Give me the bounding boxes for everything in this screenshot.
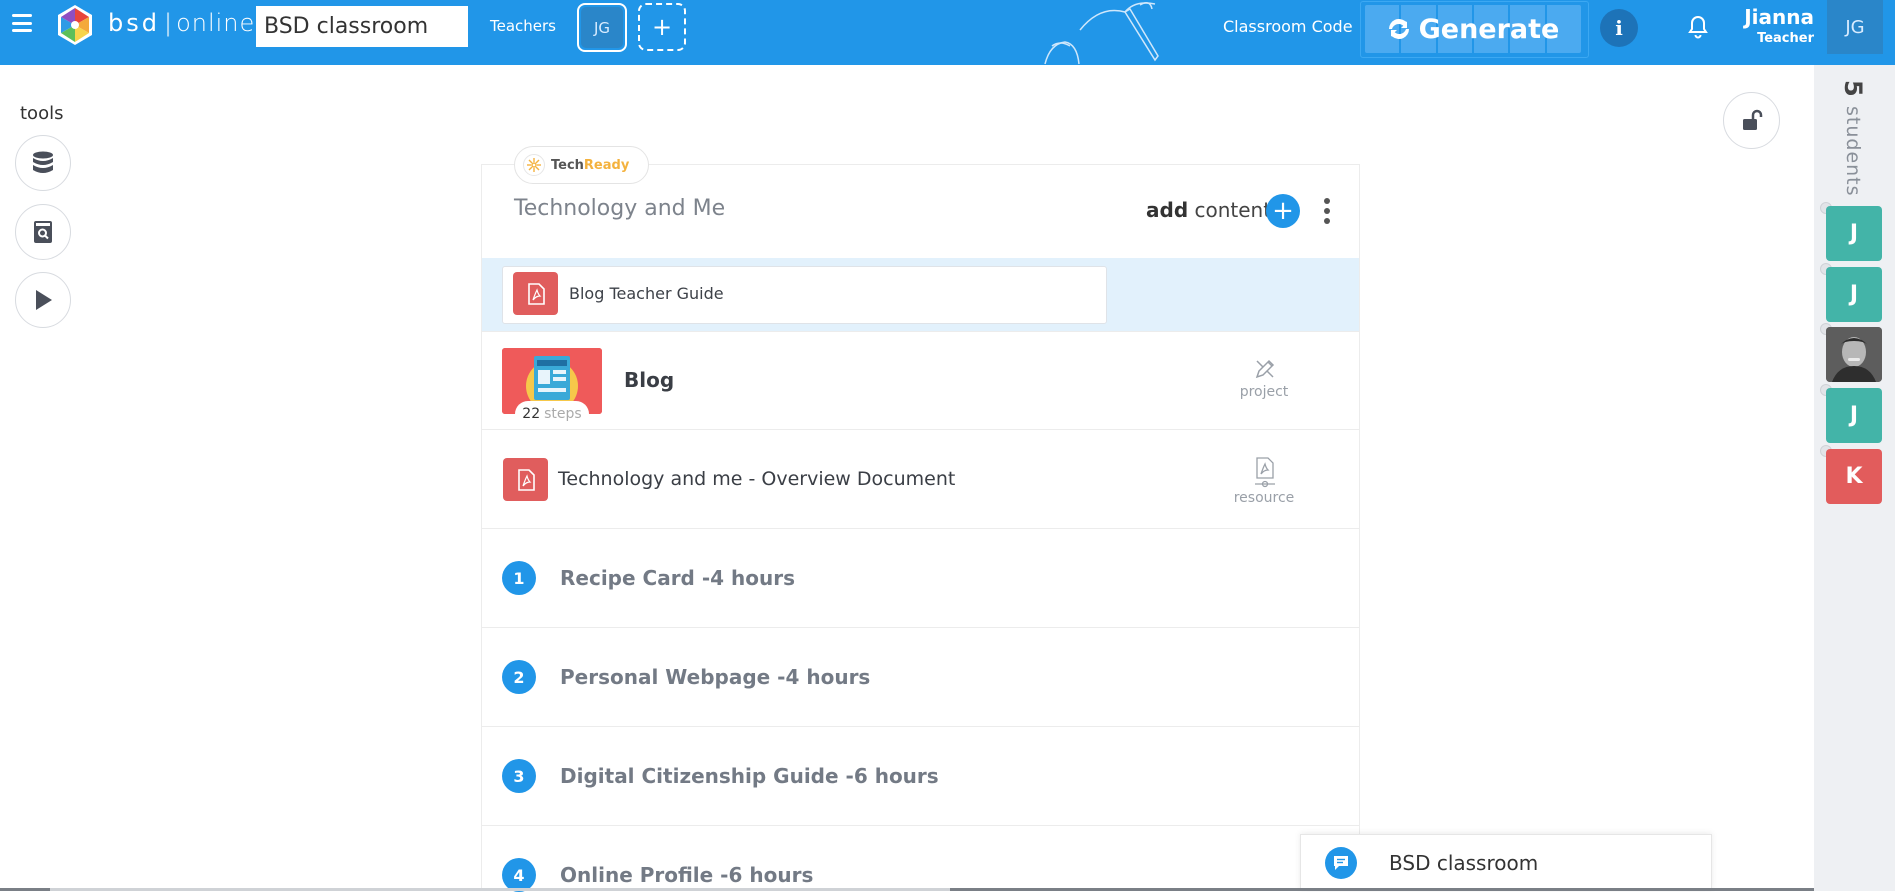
brand-online: online	[176, 9, 256, 37]
play-icon	[36, 290, 52, 310]
classroom-chat-bar[interactable]: BSD classroom	[1300, 834, 1712, 891]
lesson-item[interactable]: 4 Online Profile -6 hours	[502, 858, 813, 892]
resource-title[interactable]: Technology and me - Overview Document	[558, 468, 955, 490]
row-divider	[482, 627, 1359, 628]
student-photo-avatar[interactable]	[1826, 327, 1882, 382]
tools-label: tools	[20, 103, 64, 124]
steps-label: steps	[544, 406, 582, 422]
lock-toggle-button[interactable]	[1723, 92, 1780, 149]
lesson-title: Recipe Card -4 hours	[560, 566, 795, 590]
row-divider	[482, 825, 1359, 826]
student-avatar[interactable]: K	[1826, 449, 1882, 504]
lesson-title: Online Profile -6 hours	[560, 863, 814, 887]
resource-file-icon	[1255, 457, 1275, 488]
lesson-title: Personal Webpage -4 hours	[560, 665, 871, 689]
search-book-tool-button[interactable]	[15, 204, 71, 260]
user-avatar[interactable]: JG	[1827, 0, 1883, 54]
chat-bubble-icon	[1325, 847, 1357, 879]
unit-more-options-icon[interactable]	[1320, 198, 1334, 224]
brand-bsd: bsd	[108, 9, 160, 37]
lesson-number: 2	[502, 660, 536, 694]
lesson-item[interactable]: 3 Digital Citizenship Guide -6 hours	[502, 759, 939, 793]
play-tool-button[interactable]	[15, 272, 71, 328]
add-teacher-button[interactable]: +	[638, 3, 686, 51]
pdf-icon	[513, 272, 558, 315]
badge-tech-text: Tech	[551, 157, 584, 173]
project-title[interactable]: Blog	[624, 368, 674, 392]
student-avatar[interactable]: J	[1826, 267, 1882, 322]
row-divider	[482, 429, 1359, 430]
refresh-icon	[1388, 18, 1409, 40]
row-divider	[482, 726, 1359, 727]
students-count: 5 students	[1838, 80, 1868, 196]
brand-name: bsd | online	[108, 9, 256, 37]
info-button[interactable]: i	[1600, 9, 1638, 47]
student-avatar[interactable]: J	[1826, 388, 1882, 443]
top-bar: bsd|online Teachers JG + Classroom Code …	[0, 0, 1895, 65]
pdf-icon	[503, 458, 548, 501]
project-pencil-ruler-icon	[1255, 359, 1275, 379]
steps-count: 22	[522, 406, 541, 422]
classroom-name-input[interactable]	[256, 6, 468, 47]
lesson-item[interactable]: 1 Recipe Card -4 hours	[502, 561, 795, 595]
row-divider	[482, 331, 1359, 332]
project-steps-badge: 22 steps	[515, 401, 589, 427]
generate-label: Generate	[1418, 13, 1560, 45]
row-divider	[482, 528, 1359, 529]
info-icon: i	[1615, 16, 1623, 40]
lesson-number: 1	[502, 561, 536, 595]
students-number: 5	[1839, 80, 1867, 98]
unlocked-padlock-icon	[1742, 109, 1762, 130]
search-book-icon	[34, 221, 52, 243]
lesson-number: 3	[502, 759, 536, 793]
database-tool-button[interactable]	[15, 135, 71, 191]
teachers-label: Teachers	[490, 17, 556, 35]
chat-title: BSD classroom	[1389, 851, 1539, 875]
student-photo-icon	[1826, 327, 1882, 382]
resource-type-label: resource	[1233, 490, 1295, 506]
add-content-button[interactable]: +	[1266, 194, 1300, 228]
badge-ready-text: Ready	[583, 157, 630, 173]
teacher-avatar[interactable]: JG	[577, 3, 627, 52]
add-content-label[interactable]: add content	[1146, 198, 1271, 222]
teacher-guide-title: Blog Teacher Guide	[569, 284, 724, 303]
unit-title: Technology and Me	[514, 196, 726, 221]
decorative-doodle-icon	[1044, 2, 1159, 65]
generate-code-frame: Generate	[1360, 1, 1589, 58]
generate-code-button[interactable]: Generate	[1365, 5, 1581, 53]
students-label: students	[1842, 105, 1864, 197]
classroom-code-label: Classroom Code	[1223, 17, 1353, 36]
project-type-label: project	[1239, 384, 1289, 400]
add-content-bold: add	[1146, 198, 1189, 222]
lesson-number: 4	[502, 858, 536, 892]
database-icon	[33, 151, 53, 173]
menu-icon[interactable]	[12, 14, 32, 32]
student-avatar[interactable]: J	[1826, 206, 1882, 261]
lesson-title: Digital Citizenship Guide -6 hours	[560, 764, 939, 788]
bsd-logo	[58, 5, 92, 45]
user-name: Jianna	[1744, 5, 1814, 29]
add-content-text: content	[1194, 198, 1272, 222]
teacher-initials: JG	[581, 7, 623, 48]
lesson-item[interactable]: 2 Personal Webpage -4 hours	[502, 660, 870, 694]
techready-badge: TechReady	[514, 146, 649, 184]
user-role: Teacher	[1757, 31, 1814, 46]
bell-icon[interactable]	[1686, 14, 1710, 40]
techready-logo-icon	[523, 154, 545, 176]
